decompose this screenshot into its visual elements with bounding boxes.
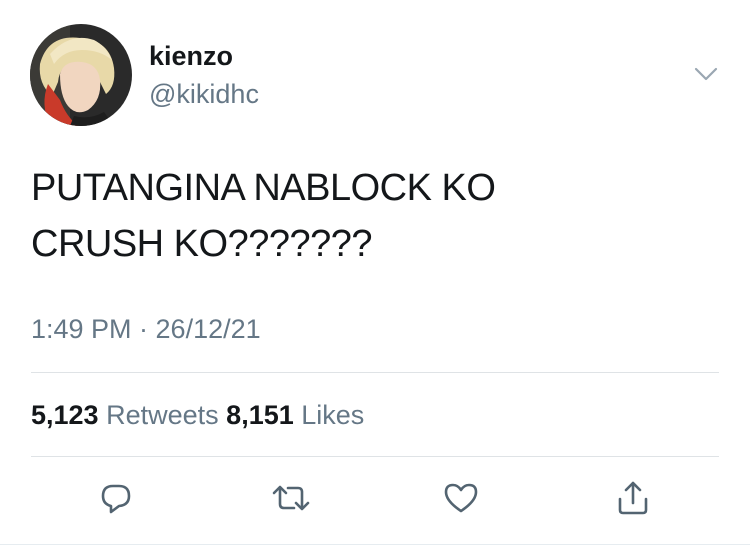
- retweets-count: 5,123: [31, 400, 99, 430]
- retweet-button[interactable]: [269, 476, 313, 520]
- heart-icon: [444, 483, 478, 513]
- divider: [31, 372, 719, 373]
- tweet-timestamp[interactable]: 1:49 PM · 26/12/21: [31, 313, 261, 345]
- tweet-line: CRUSH KO???????: [31, 223, 373, 265]
- tweet-line: PUTANGINA NABLOCK KO: [31, 167, 496, 209]
- tweet-text: PUTANGINA NABLOCK KO CRUSH KO???????: [31, 160, 711, 272]
- avatar[interactable]: [30, 24, 132, 126]
- likes-count: 8,151: [226, 400, 294, 430]
- share-icon: [618, 481, 648, 515]
- reply-button[interactable]: [94, 476, 138, 520]
- retweets-label: Retweets: [106, 400, 219, 430]
- tweet-stats: 5,123 Retweets 8,151 Likes: [31, 398, 364, 432]
- likes-stat[interactable]: 8,151 Likes: [226, 400, 364, 430]
- divider: [31, 456, 719, 457]
- like-button[interactable]: [439, 476, 483, 520]
- likes-label: Likes: [301, 400, 365, 430]
- chevron-down-icon[interactable]: [690, 60, 722, 88]
- retweets-stat[interactable]: 5,123 Retweets: [31, 400, 219, 430]
- share-button[interactable]: [611, 476, 655, 520]
- user-handle[interactable]: @kikidhc: [149, 78, 259, 110]
- display-name[interactable]: kienzo: [149, 40, 233, 72]
- action-bar: [0, 476, 750, 526]
- retweet-icon: [272, 485, 310, 511]
- reply-icon: [101, 484, 131, 514]
